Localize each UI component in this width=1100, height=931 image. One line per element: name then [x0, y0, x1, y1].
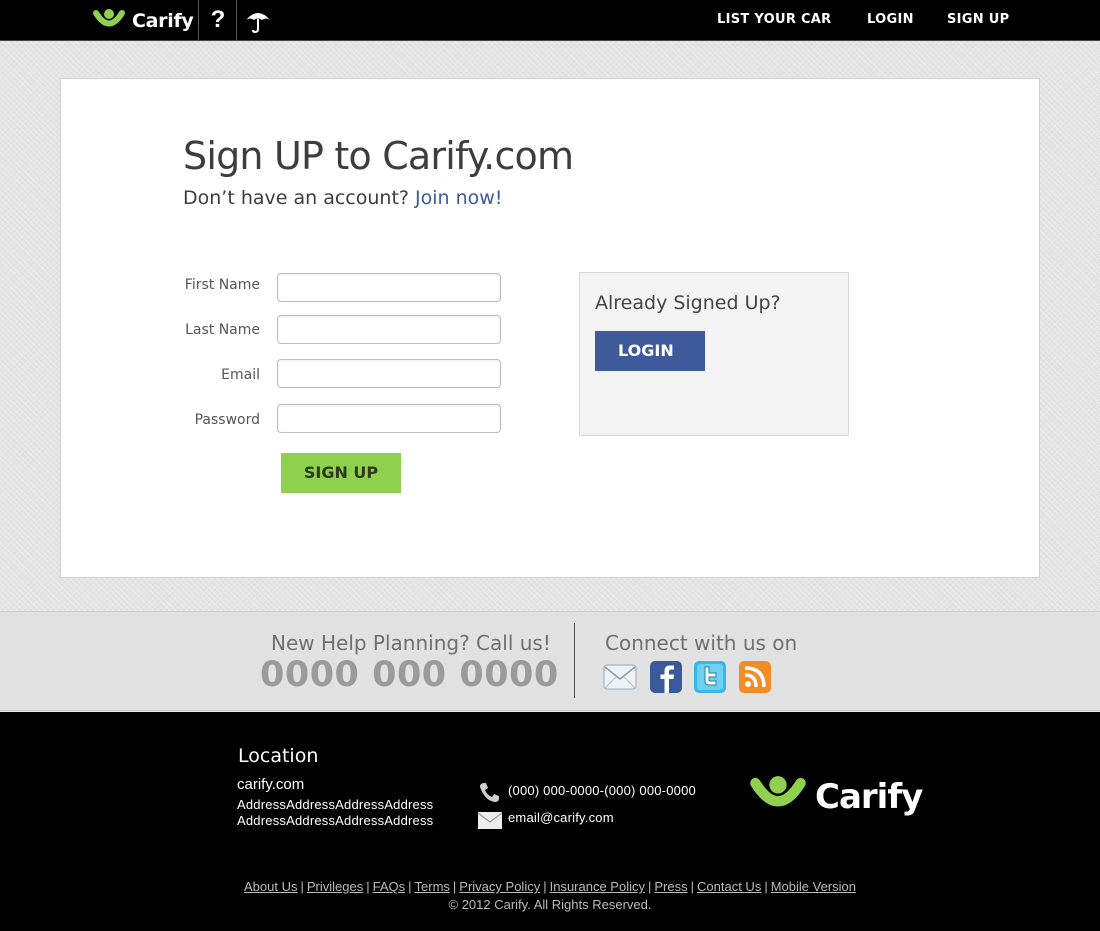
address-line: AddressAddressAddressAddress [237, 797, 434, 812]
last-name-label: Last Name [185, 322, 260, 338]
first-name-label: First Name [184, 277, 260, 293]
mail-icon [477, 812, 503, 829]
strip-divider [574, 623, 575, 698]
page-subtitle: Don’t have an account? Join now! [183, 187, 502, 209]
footer-links: About Us | Privileges | FAQs | Terms | Privacy P… [243, 879, 856, 894]
footer-link-terms[interactable]: Terms [415, 879, 450, 894]
last-name-input[interactable] [277, 315, 501, 344]
already-signed-up-title: Already Signed Up? [595, 292, 781, 314]
facebook-icon[interactable] [649, 660, 683, 694]
logo-wordmark: Carify [132, 10, 194, 32]
carify-logo[interactable]: Carify [90, 7, 194, 35]
footer-link-about-us[interactable]: About Us [244, 879, 297, 894]
password-input[interactable] [277, 404, 501, 433]
help-title: New Help Planning? Call us! [271, 631, 551, 655]
footer-email[interactable]: email@carify.com [508, 810, 614, 825]
help-icon[interactable]: ? [205, 4, 231, 36]
email-label: Email [221, 367, 260, 383]
phone-icon [480, 783, 499, 802]
twitter-icon[interactable] [693, 660, 727, 694]
first-name-input[interactable] [277, 273, 501, 302]
help-phone-number: 0000 000 0000 [260, 655, 559, 695]
footer-link-faqs[interactable]: FAQs [373, 879, 406, 894]
footer-link-privileges[interactable]: Privileges [307, 879, 363, 894]
top-nav: Carify ? LIST YOUR CAR LOGIN SIGN UP [0, 0, 1100, 41]
location-title: Location [238, 745, 319, 767]
password-label: Password [194, 412, 260, 428]
join-now-link[interactable]: Join now! [415, 187, 502, 209]
logo-wordmark: Carify [815, 777, 923, 817]
carify-logo-icon [750, 776, 806, 807]
connect-title: Connect with us on [605, 631, 798, 655]
sign-up-button[interactable]: SIGN UP [281, 453, 401, 493]
footer-link-press[interactable]: Press [654, 879, 687, 894]
login-button[interactable]: LOGIN [595, 331, 705, 371]
footer-link-insurance-policy[interactable]: Insurance Policy [550, 879, 645, 894]
page-title: Sign UP to Carify.com [183, 134, 574, 178]
footer-phone: (000) 000-0000-(000) 000-0000 [508, 783, 696, 798]
email-icon[interactable] [603, 660, 637, 694]
carify-logo-icon [93, 9, 125, 27]
nav-login[interactable]: LOGIN [867, 0, 914, 40]
footer-link-privacy-policy[interactable]: Privacy Policy [459, 879, 540, 894]
nav-sign-up[interactable]: SIGN UP [947, 0, 1009, 40]
nav-list-your-car[interactable]: LIST YOUR CAR [717, 0, 831, 40]
nav-divider [236, 0, 237, 40]
nav-divider [198, 0, 199, 40]
footer-link-mobile-version[interactable]: Mobile Version [771, 879, 856, 894]
email-input[interactable] [277, 359, 501, 388]
copyright: © 2012 Carify. All Rights Reserved. [448, 897, 652, 912]
rss-icon[interactable] [738, 660, 772, 694]
footer-carify-logo[interactable]: Carify [745, 772, 923, 822]
location-site: carify.com [237, 776, 305, 793]
address-line: AddressAddressAddressAddress [237, 813, 434, 828]
footer-link-contact-us[interactable]: Contact Us [697, 879, 761, 894]
umbrella-icon[interactable] [244, 8, 272, 34]
subtitle-text: Don’t have an account? [183, 187, 409, 209]
